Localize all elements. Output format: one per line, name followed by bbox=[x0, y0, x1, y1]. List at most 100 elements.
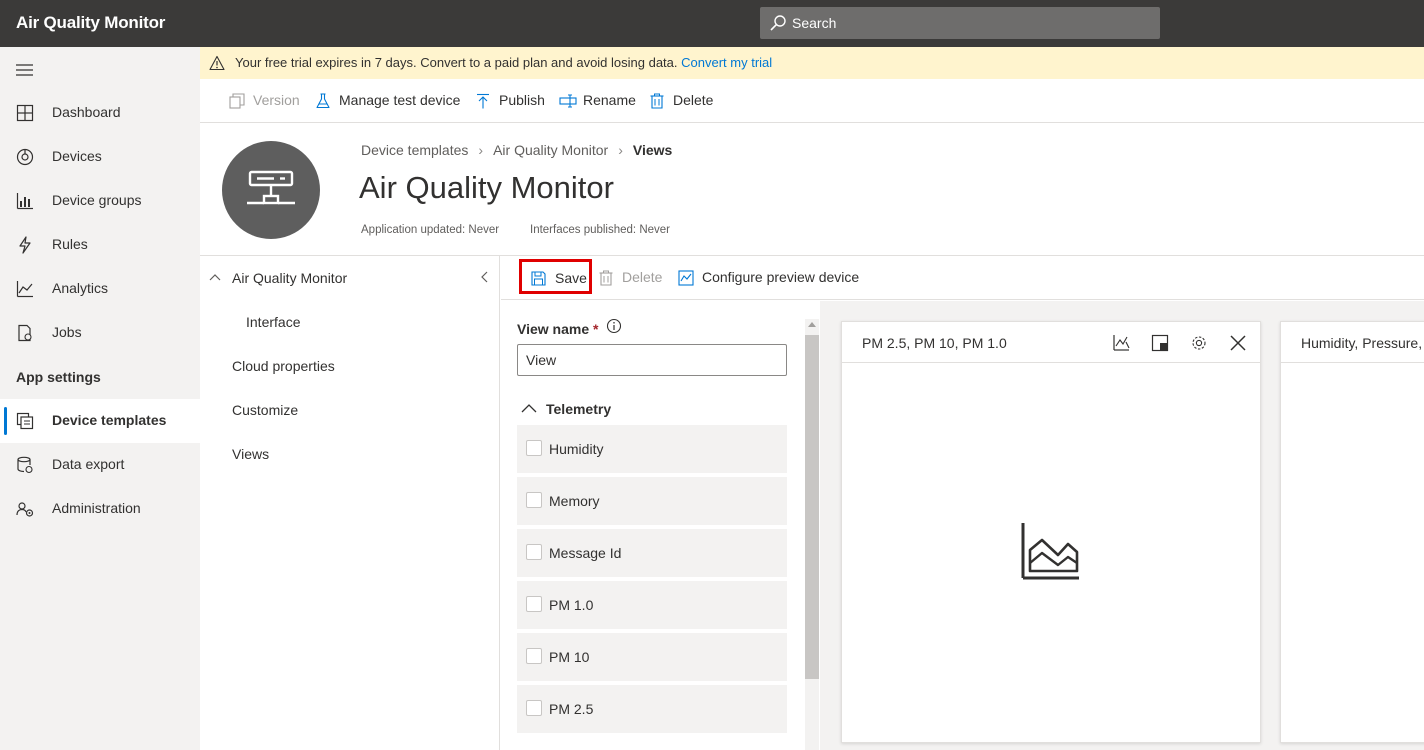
delete-template-label: Delete bbox=[673, 92, 714, 108]
search-box[interactable]: Search bbox=[760, 7, 1160, 39]
save-label: Save bbox=[555, 270, 587, 286]
breadcrumb-device-templates[interactable]: Device templates bbox=[361, 142, 468, 158]
telemetry-checkbox[interactable] bbox=[526, 440, 542, 456]
view-name-input[interactable] bbox=[517, 344, 787, 376]
configure-preview-device-label: Configure preview device bbox=[702, 269, 860, 285]
telemetry-item[interactable]: Memory bbox=[517, 477, 787, 525]
telemetry-list: Humidity Memory Message Id PM 1.0 PM 10 … bbox=[517, 425, 787, 737]
change-visualization-icon[interactable] bbox=[1112, 334, 1130, 352]
nav-item-jobs[interactable]: Jobs bbox=[0, 311, 200, 355]
dashboard-icon bbox=[16, 104, 34, 122]
nav-label-administration: Administration bbox=[52, 500, 141, 516]
telemetry-checkbox[interactable] bbox=[526, 492, 542, 508]
flask-icon bbox=[316, 93, 330, 109]
tree-item-views[interactable]: Views bbox=[232, 446, 269, 462]
search-icon bbox=[770, 15, 786, 31]
rules-icon bbox=[19, 236, 31, 254]
chevron-up-icon bbox=[521, 404, 537, 413]
telemetry-item[interactable]: PM 1.0 bbox=[517, 581, 787, 629]
scroll-up-arrow-icon[interactable] bbox=[808, 322, 816, 327]
tile-size-icon[interactable] bbox=[1151, 334, 1169, 352]
jobs-icon bbox=[18, 324, 32, 342]
telemetry-header-label: Telemetry bbox=[546, 401, 612, 417]
view-name-label: View name * bbox=[517, 321, 598, 337]
nav-item-data-export[interactable]: Data export bbox=[0, 443, 200, 487]
hamburger-menu-icon[interactable] bbox=[16, 63, 34, 77]
telemetry-checkbox[interactable] bbox=[526, 544, 542, 560]
application-updated-text: Application updated: Never bbox=[361, 224, 500, 236]
analytics-icon bbox=[16, 281, 33, 298]
view-canvas: PM 2.5, PM 10, PM 1.0 Humidity, Pressure… bbox=[820, 301, 1424, 750]
nav-item-device-templates[interactable]: Device templates bbox=[0, 399, 200, 443]
template-tree: Air Quality Monitor Interface Cloud prop… bbox=[200, 256, 500, 750]
telemetry-checkbox[interactable] bbox=[526, 700, 542, 716]
warning-icon bbox=[209, 55, 225, 71]
left-navigation: Dashboard Devices Device groups Rules An… bbox=[0, 47, 200, 750]
nav-item-administration[interactable]: Administration bbox=[0, 487, 200, 531]
telemetry-item[interactable]: PM 10 bbox=[517, 633, 787, 681]
trash-icon bbox=[650, 93, 664, 109]
nav-item-rules[interactable]: Rules bbox=[0, 223, 200, 267]
tile-title: Humidity, Pressure, Temperature bbox=[1301, 335, 1424, 351]
tree-item-interface[interactable]: Interface bbox=[246, 314, 300, 330]
telemetry-checkbox[interactable] bbox=[526, 596, 542, 612]
save-button[interactable]: Save bbox=[519, 259, 592, 294]
telemetry-label: PM 2.5 bbox=[549, 701, 594, 717]
tree-item-cloud-properties[interactable]: Cloud properties bbox=[232, 358, 335, 374]
data-export-icon bbox=[17, 456, 33, 474]
tile-pm-chart[interactable]: PM 2.5, PM 10, PM 1.0 bbox=[841, 321, 1261, 743]
trash-icon bbox=[599, 270, 613, 286]
nav-item-dashboard[interactable]: Dashboard bbox=[0, 91, 200, 135]
nav-label-devices: Devices bbox=[52, 148, 102, 164]
administration-icon bbox=[16, 502, 34, 517]
chevron-right-icon: › bbox=[478, 142, 484, 158]
tile-header: PM 2.5, PM 10, PM 1.0 bbox=[842, 322, 1260, 363]
nav-section-app-settings: App settings bbox=[16, 369, 101, 385]
nav-item-device-groups[interactable]: Device groups bbox=[0, 179, 200, 223]
gear-icon[interactable] bbox=[1190, 334, 1208, 352]
config-scrollbar-thumb[interactable] bbox=[805, 335, 819, 679]
tree-item-customize[interactable]: Customize bbox=[232, 402, 298, 418]
device-templates-icon bbox=[16, 412, 34, 430]
tile-environment-chart[interactable]: Humidity, Pressure, Temperature bbox=[1280, 321, 1424, 743]
close-icon[interactable] bbox=[1229, 334, 1247, 352]
view-config-panel: View name * Telemetry Humidity Memory Me… bbox=[501, 301, 820, 750]
trial-banner-text: Your free trial expires in 7 days. Conve… bbox=[235, 55, 772, 70]
rename-label: Rename bbox=[583, 92, 636, 108]
telemetry-checkbox[interactable] bbox=[526, 648, 542, 664]
telemetry-label: Memory bbox=[549, 493, 600, 509]
devices-icon bbox=[16, 148, 34, 166]
preview-chart-icon bbox=[678, 270, 694, 286]
manage-test-device-label: Manage test device bbox=[339, 92, 461, 108]
collapse-panel-icon[interactable] bbox=[480, 271, 488, 283]
convert-trial-link[interactable]: Convert my trial bbox=[681, 55, 772, 70]
telemetry-label: Message Id bbox=[549, 545, 622, 561]
telemetry-item[interactable]: Message Id bbox=[517, 529, 787, 577]
device-template-icon bbox=[247, 170, 295, 205]
telemetry-item[interactable]: Humidity bbox=[517, 425, 787, 473]
publish-icon bbox=[477, 93, 489, 109]
telemetry-label: PM 1.0 bbox=[549, 597, 594, 613]
breadcrumb-air-quality-monitor[interactable]: Air Quality Monitor bbox=[493, 142, 608, 158]
area-chart-icon bbox=[1021, 523, 1079, 580]
telemetry-label: Humidity bbox=[549, 441, 604, 457]
tree-item-air-quality-monitor[interactable]: Air Quality Monitor bbox=[232, 270, 347, 286]
view-name-label-text: View name bbox=[517, 321, 590, 337]
info-icon[interactable] bbox=[606, 318, 622, 334]
chevron-up-icon[interactable] bbox=[209, 273, 221, 281]
nav-label-analytics: Analytics bbox=[52, 280, 109, 296]
delete-view-label: Delete bbox=[622, 269, 663, 285]
telemetry-item[interactable]: PM 2.5 bbox=[517, 685, 787, 733]
interfaces-published-text: Interfaces published: Never bbox=[530, 224, 670, 236]
rename-icon bbox=[559, 94, 577, 108]
required-asterisk: * bbox=[593, 321, 599, 337]
nav-item-analytics[interactable]: Analytics bbox=[0, 267, 200, 311]
nav-label-data-export: Data export bbox=[52, 456, 125, 472]
view-toolbar: Save Delete Configure preview device bbox=[501, 256, 1424, 300]
tile-header: Humidity, Pressure, Temperature bbox=[1281, 322, 1424, 363]
save-icon bbox=[531, 271, 546, 286]
nav-label-device-groups: Device groups bbox=[52, 192, 142, 208]
nav-item-devices[interactable]: Devices bbox=[0, 135, 200, 179]
page-title: Air Quality Monitor bbox=[359, 170, 614, 205]
nav-label-rules: Rules bbox=[52, 236, 88, 252]
